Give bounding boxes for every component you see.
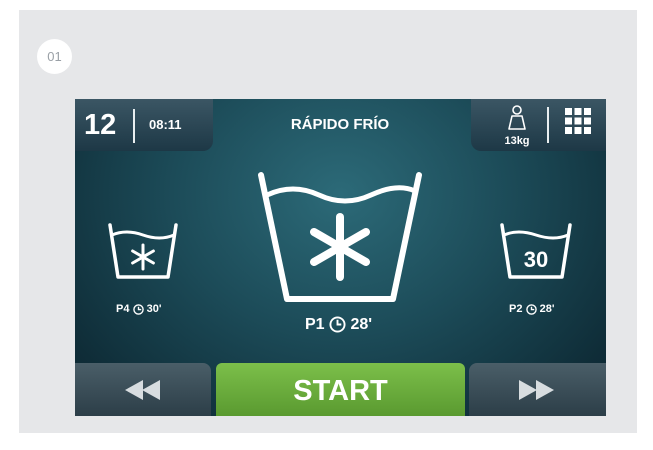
program-p4-label: P4 30' — [116, 303, 161, 315]
divider — [547, 107, 549, 143]
program-title: RÁPIDO FRÍO — [290, 116, 390, 133]
next-program-button[interactable] — [469, 363, 606, 416]
machine-display: 12 08:11 RÁPIDO FRÍO 13kg P4 30' P1 28' … — [75, 99, 606, 416]
snowflake-tub-icon[interactable] — [255, 169, 425, 309]
clock-icon — [132, 303, 144, 315]
start-button[interactable]: START — [216, 363, 465, 416]
program-time: 28' — [350, 316, 373, 333]
program-p2-label: P2 28' — [509, 303, 554, 315]
program-code: P4 — [116, 303, 130, 315]
step-badge: 01 — [37, 39, 72, 74]
program-p1-label: P1 28' — [305, 316, 372, 334]
status-bar-left: 12 08:11 — [75, 99, 213, 151]
program-code: P2 — [509, 303, 523, 315]
load-capacity: 13kg — [504, 135, 530, 147]
clock-icon — [525, 303, 537, 315]
wash-temperature: 30 — [524, 247, 548, 272]
program-time: 30' — [146, 303, 162, 315]
rewind-icon — [125, 380, 160, 400]
program-time: 28' — [539, 303, 555, 315]
divider — [133, 109, 135, 143]
temp-30-tub-icon[interactable]: 30 — [498, 221, 574, 283]
program-code: P1 — [305, 316, 325, 333]
grid-menu-icon[interactable] — [564, 107, 592, 135]
snowflake-tub-icon[interactable] — [106, 221, 180, 283]
previous-program-button[interactable] — [75, 363, 211, 416]
fast-forward-icon — [519, 380, 554, 400]
weight-icon — [508, 105, 526, 130]
cycle-counter: 12 — [84, 109, 117, 141]
clock: 08:11 — [149, 117, 182, 132]
status-bar-right: 13kg — [471, 99, 606, 151]
clock-icon — [329, 316, 346, 333]
